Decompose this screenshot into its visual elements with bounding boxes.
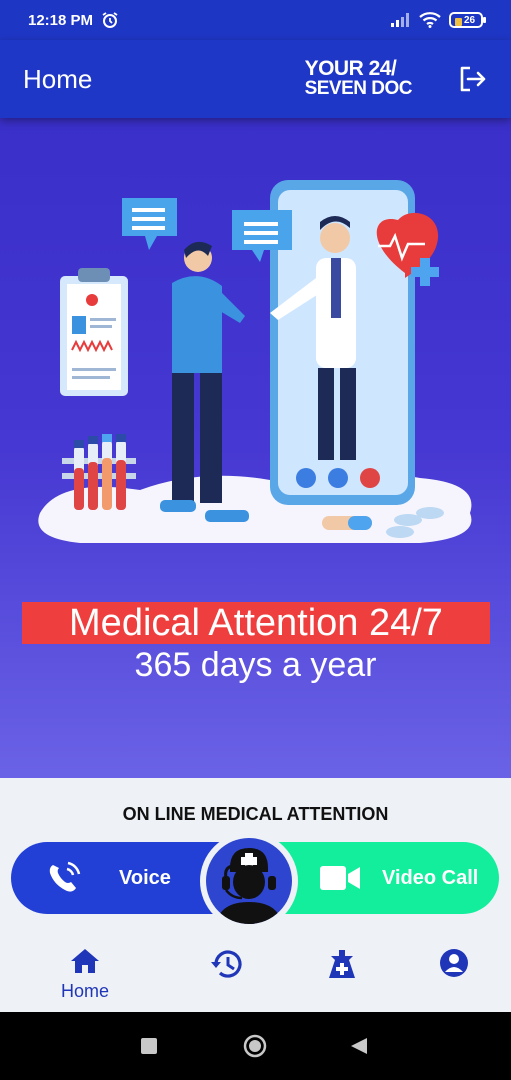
back-icon[interactable]: [350, 1037, 368, 1055]
voice-label: Voice: [119, 866, 171, 889]
headline: Medical Attention 24/7: [69, 601, 443, 644]
subline: 365 days a year: [134, 646, 377, 684]
home-button-icon[interactable]: [243, 1034, 267, 1058]
brand-line2: SEVEN DOC: [304, 78, 413, 99]
page-title: Home: [23, 63, 93, 94]
attention-panel: ON LINE MEDICAL ATTENTION Voice Video Ca…: [0, 778, 511, 1012]
wifi-icon: [419, 12, 441, 28]
nav-medical-kit[interactable]: [302, 948, 382, 985]
nav-home-label: Home: [60, 981, 109, 1001]
battery-icon: 26: [449, 12, 486, 28]
system-nav-bar: [0, 1012, 511, 1080]
brand-line1: YOUR 24/: [304, 57, 397, 80]
history-icon: [211, 950, 242, 978]
doctor-avatar: [200, 832, 298, 930]
profile-icon: [440, 949, 468, 977]
nav-home[interactable]: Home: [45, 948, 125, 1002]
telemedicine-illustration: [38, 180, 472, 543]
recent-apps-icon[interactable]: [141, 1038, 157, 1054]
video-call-button[interactable]: Video Call: [278, 842, 499, 914]
status-bar: 12:18 PM 26: [0, 0, 511, 40]
nav-history[interactable]: [187, 948, 267, 985]
video-label: Video Call: [382, 866, 479, 889]
nav-profile[interactable]: [414, 948, 494, 983]
doctor-icon: [216, 848, 282, 924]
headline-banner: Medical Attention 24/7: [22, 602, 490, 644]
signal-icon: [391, 13, 409, 27]
hero-banner: Medical Attention 24/7 365 days a year: [0, 118, 511, 778]
brand-logo: YOUR 24/ SEVEN DOC: [304, 57, 413, 99]
bottom-nav: Home: [0, 934, 511, 1012]
status-time: 12:18 PM: [28, 11, 94, 29]
phone-call-icon: [49, 861, 81, 892]
alarm-icon: [102, 12, 118, 28]
video-camera-icon: [320, 866, 360, 890]
app-bar: Home YOUR 24/ SEVEN DOC: [0, 40, 511, 118]
battery-level: 26: [463, 14, 476, 26]
section-title: ON LINE MEDICAL ATTENTION: [122, 804, 389, 824]
home-icon: [71, 949, 99, 973]
logout-icon[interactable]: [456, 63, 488, 95]
medical-kit-icon: [329, 950, 355, 978]
